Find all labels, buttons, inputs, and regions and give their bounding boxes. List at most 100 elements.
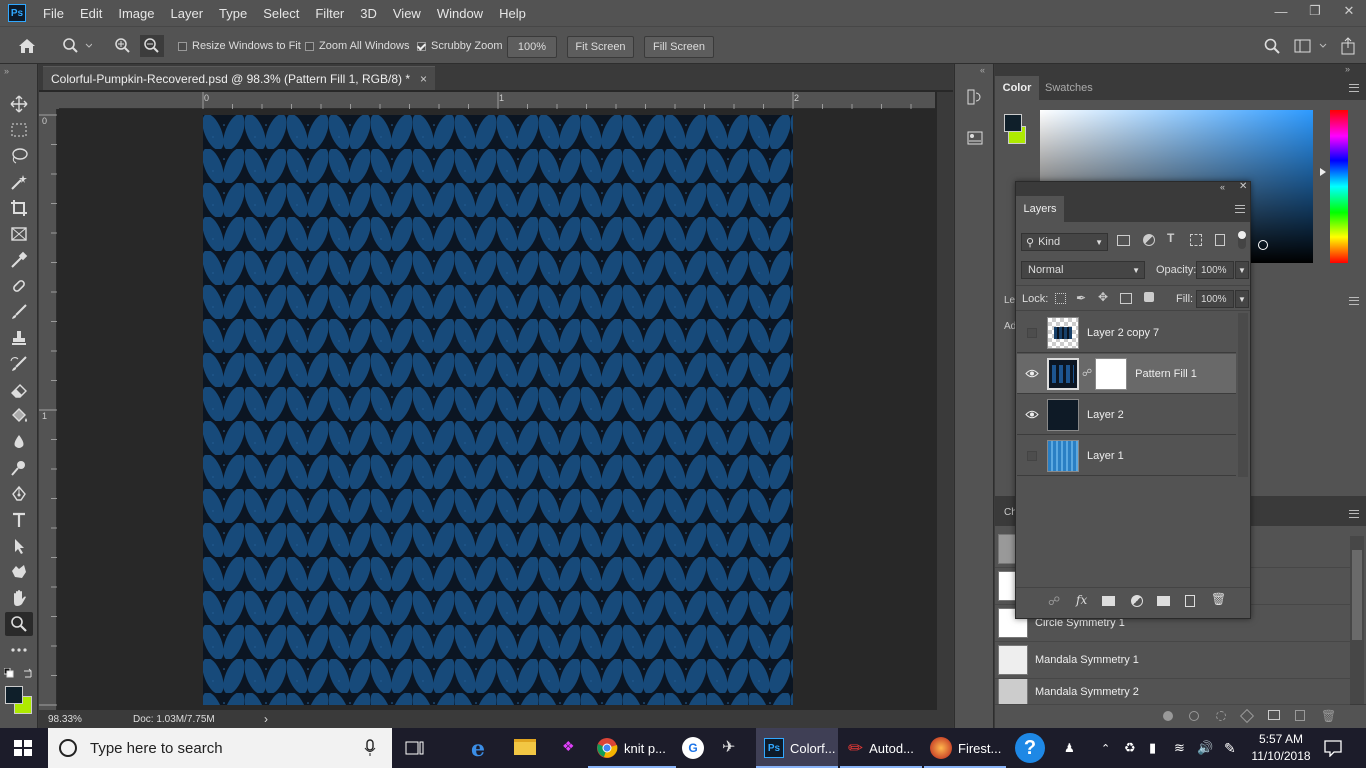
menu-select[interactable]: Select bbox=[255, 6, 307, 21]
menu-type[interactable]: Type bbox=[211, 6, 255, 21]
mask-icon[interactable] bbox=[1268, 710, 1280, 720]
hue-slider[interactable] bbox=[1330, 110, 1348, 263]
menu-filter[interactable]: Filter bbox=[307, 6, 352, 21]
adjustment-layer-icon[interactable] bbox=[1131, 595, 1143, 607]
visibility-toggle[interactable] bbox=[1017, 436, 1047, 476]
fill-input[interactable]: 100% bbox=[1196, 290, 1234, 308]
move-tool-icon[interactable] bbox=[5, 92, 33, 116]
paint-bucket-tool-icon[interactable] bbox=[5, 404, 33, 428]
resize-windows-checkbox[interactable]: Resize Windows to Fit bbox=[178, 40, 301, 52]
filter-type-icon[interactable]: T bbox=[1167, 231, 1174, 245]
fill-screen-button[interactable]: Fill Screen bbox=[644, 36, 714, 58]
taskbar-app-firestorm[interactable]: Firest... bbox=[924, 728, 1006, 768]
collapse-icon[interactable]: « bbox=[1220, 182, 1225, 192]
layer-row-pattern-fill-1[interactable]: ☍ Pattern Fill 1 bbox=[1017, 354, 1236, 394]
tab-color[interactable]: Color bbox=[995, 76, 1039, 100]
eye-icon[interactable] bbox=[1017, 354, 1047, 394]
filter-smart-object-icon[interactable] bbox=[1215, 234, 1225, 246]
trash-icon[interactable]: 🗑 bbox=[1321, 709, 1336, 723]
filter-shape-icon[interactable] bbox=[1190, 234, 1202, 246]
layers-panel-menu-icon[interactable] bbox=[1235, 205, 1245, 213]
zoom-out-icon[interactable] bbox=[140, 35, 164, 57]
hand-tool-icon[interactable] bbox=[5, 586, 33, 610]
chevron-down-icon[interactable]: ▼ bbox=[1235, 261, 1249, 279]
color-panel-menu-icon[interactable] bbox=[1349, 84, 1359, 92]
close-tab-icon[interactable]: × bbox=[420, 72, 427, 86]
properties-panel-icon[interactable] bbox=[967, 128, 983, 146]
vertical-scrollbar[interactable] bbox=[937, 92, 953, 710]
file-explorer-icon[interactable] bbox=[514, 739, 536, 755]
zoom-tool-icon[interactable] bbox=[62, 38, 92, 54]
new-document-icon[interactable] bbox=[1295, 710, 1305, 721]
visibility-toggle[interactable] bbox=[1017, 313, 1047, 353]
filter-toggle[interactable] bbox=[1238, 231, 1246, 249]
edge-browser-icon[interactable]: e bbox=[471, 736, 485, 762]
layers-scrollbar[interactable] bbox=[1238, 313, 1248, 477]
knit-pattern-canvas[interactable] bbox=[203, 115, 793, 705]
share-icon[interactable] bbox=[1340, 37, 1356, 55]
zoom-value-field[interactable]: 100% bbox=[507, 36, 557, 58]
history-brush-tool-icon[interactable] bbox=[5, 352, 33, 376]
close-icon[interactable]: ✕ bbox=[1332, 0, 1366, 22]
menu-file[interactable]: File bbox=[35, 6, 72, 21]
home-icon[interactable] bbox=[18, 38, 36, 54]
taskbar-search-box[interactable]: Type here to search bbox=[48, 728, 392, 768]
eye-icon[interactable] bbox=[1017, 395, 1047, 435]
pen-workspace-icon[interactable]: ✎ bbox=[1224, 728, 1236, 768]
taskbar-app-photoshop[interactable]: Ps Colorf... bbox=[756, 728, 838, 768]
hue-slider-handle[interactable] bbox=[1320, 168, 1326, 176]
layer-row-layer-2-copy-7[interactable]: Layer 2 copy 7 bbox=[1017, 313, 1236, 353]
frame-tool-icon[interactable] bbox=[5, 222, 33, 246]
lock-artboard-icon[interactable] bbox=[1120, 293, 1132, 304]
windows-start-icon[interactable] bbox=[14, 740, 32, 756]
fx-icon[interactable]: fx bbox=[1076, 593, 1087, 607]
foreground-color-swatch[interactable] bbox=[5, 686, 23, 704]
collapse-panels-icon[interactable]: » bbox=[1345, 64, 1350, 74]
app-icon[interactable]: ✈ bbox=[722, 737, 735, 757]
collapse-icon[interactable]: » bbox=[4, 66, 9, 76]
blend-mode-select[interactable]: Normal ▼ bbox=[1021, 261, 1145, 279]
microphone-icon[interactable] bbox=[364, 739, 376, 757]
lasso-tool-icon[interactable] bbox=[5, 144, 33, 168]
eyedropper-tool-icon[interactable] bbox=[5, 248, 33, 272]
close-icon[interactable]: ✕ bbox=[1239, 181, 1247, 192]
restore-icon[interactable]: ❐ bbox=[1298, 0, 1332, 22]
clock[interactable]: 5:57 AM 11/10/2018 bbox=[1250, 731, 1312, 765]
dodge-tool-icon[interactable] bbox=[5, 456, 33, 480]
google-app-icon[interactable]: G bbox=[682, 737, 704, 759]
layer-row-layer-1[interactable]: Layer 1 bbox=[1017, 436, 1236, 476]
brush-tool-icon[interactable] bbox=[5, 300, 33, 324]
lock-all-icon[interactable] bbox=[1144, 292, 1154, 302]
status-menu-arrow-icon[interactable]: › bbox=[264, 712, 268, 726]
healing-brush-tool-icon[interactable] bbox=[5, 274, 33, 298]
tab-swatches[interactable]: Swatches bbox=[1045, 76, 1093, 100]
link-icon[interactable]: ☍ bbox=[1082, 368, 1092, 379]
default-colors-icon[interactable] bbox=[4, 668, 14, 678]
link-layers-icon[interactable]: ☍ bbox=[1048, 594, 1060, 608]
history-panel-menu-icon[interactable] bbox=[1349, 510, 1359, 518]
ruler-vertical[interactable]: 0 1 bbox=[39, 109, 57, 710]
type-tool-icon[interactable] bbox=[5, 508, 33, 532]
fit-screen-button[interactable]: Fit Screen bbox=[567, 36, 634, 58]
menu-image[interactable]: Image bbox=[110, 6, 162, 21]
scrubby-zoom-checkbox[interactable]: Scrubby Zoom bbox=[417, 40, 503, 52]
layer-row-layer-2[interactable]: Layer 2 bbox=[1017, 395, 1236, 435]
folder-icon[interactable] bbox=[1157, 596, 1170, 606]
layer-name[interactable]: Layer 2 bbox=[1087, 409, 1124, 421]
task-view-icon[interactable] bbox=[405, 739, 425, 757]
new-snapshot-icon[interactable] bbox=[1163, 711, 1173, 721]
menu-view[interactable]: View bbox=[385, 6, 429, 21]
people-icon[interactable]: ♟ bbox=[1064, 728, 1075, 768]
new-layer-icon[interactable] bbox=[1185, 595, 1195, 607]
ruler-horizontal[interactable]: 0 1 2 bbox=[59, 92, 935, 109]
snapshot-icon[interactable] bbox=[1189, 711, 1199, 721]
selection-icon[interactable] bbox=[1216, 711, 1226, 721]
volume-icon[interactable]: 🔊 bbox=[1197, 728, 1213, 768]
history-scrollbar[interactable] bbox=[1350, 536, 1364, 706]
layer-name[interactable]: Layer 2 copy 7 bbox=[1087, 327, 1159, 339]
blur-tool-icon[interactable] bbox=[5, 430, 33, 454]
trash-icon[interactable]: 🗑 bbox=[1211, 592, 1226, 606]
filter-pixel-icon[interactable] bbox=[1117, 235, 1130, 246]
zoom-in-icon[interactable] bbox=[114, 38, 132, 54]
wifi-icon[interactable]: ≋ bbox=[1174, 728, 1185, 768]
